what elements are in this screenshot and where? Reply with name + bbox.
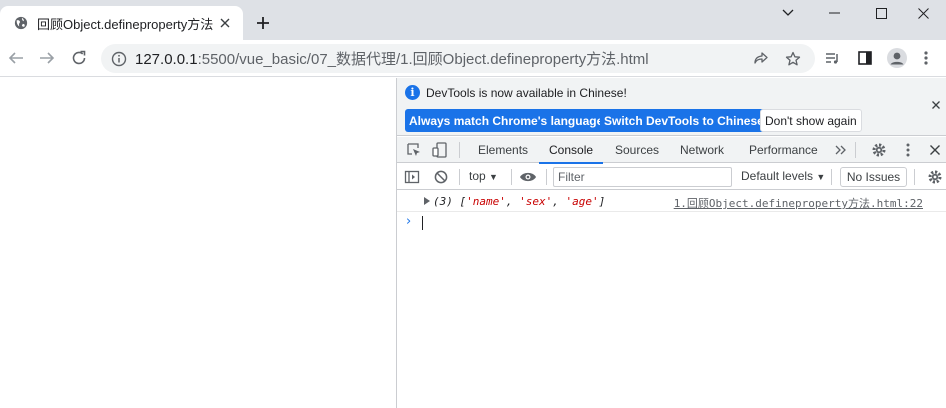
always-match-language-button[interactable]: Always match Chrome's language — [405, 109, 608, 132]
tab-network[interactable]: Network — [680, 137, 724, 163]
info-icon: i — [405, 85, 420, 100]
devtools-menu-icon[interactable] — [899, 141, 917, 159]
issues-button[interactable]: No Issues — [840, 167, 907, 187]
url-path: :5500/vue_basic/07_数据代理/1.回顾Object.defin… — [197, 51, 649, 68]
live-expression-eye-icon[interactable] — [519, 168, 537, 186]
array-item: 'sex' — [519, 195, 553, 208]
browser-menu-icon[interactable] — [914, 46, 938, 70]
log-message[interactable]: (3) ['name', 'sex', 'age'] — [433, 195, 605, 208]
console-settings-gear-icon[interactable] — [926, 168, 944, 186]
text-caret — [422, 216, 423, 230]
levels-value: Default levels — [741, 169, 814, 183]
address-bar[interactable]: 127.0.0.1:5500/vue_basic/07_数据代理/1.回顾Obj… — [101, 44, 815, 73]
execution-context-select[interactable]: top ▼ — [469, 169, 498, 183]
globe-icon — [14, 16, 28, 30]
language-infobar: i DevTools is now available in Chinese! … — [397, 78, 946, 136]
infobar-close-icon[interactable] — [929, 98, 943, 112]
browser-tab[interactable]: 回顾Object.defineproperty方法 — [0, 6, 243, 40]
browser-toolbar: 127.0.0.1:5500/vue_basic/07_数据代理/1.回顾Obj… — [0, 40, 946, 77]
side-panel-icon[interactable] — [853, 46, 877, 70]
console-filter-input[interactable] — [553, 167, 732, 187]
tab-search-chevron-icon[interactable] — [765, 0, 811, 26]
tab-strip: 回顾Object.defineproperty方法 — [0, 0, 946, 40]
array-item: 'age' — [565, 195, 599, 208]
url-host: 127.0.0.1 — [135, 51, 198, 68]
tab-console[interactable]: Console — [538, 137, 604, 164]
array-suffix: ] — [598, 195, 606, 208]
toolbar-divider — [914, 169, 915, 185]
context-value: top — [469, 169, 486, 183]
tab-elements[interactable]: Elements — [478, 137, 528, 163]
back-arrow-icon[interactable] — [4, 46, 28, 70]
toolbar-divider — [546, 169, 547, 185]
dropdown-arrow-icon: ▼ — [816, 172, 826, 182]
console-prompt[interactable]: › — [397, 213, 946, 233]
device-toolbar-icon[interactable] — [431, 141, 449, 159]
more-tabs-icon[interactable] — [832, 141, 850, 159]
prompt-chevron-icon: › — [406, 214, 412, 229]
array-separator: , — [552, 195, 566, 208]
clear-console-icon[interactable] — [432, 168, 450, 186]
tab-sources[interactable]: Sources — [615, 137, 659, 163]
toolbar-divider — [831, 169, 832, 185]
array-separator: , — [505, 195, 520, 208]
toolbar-divider — [459, 142, 460, 158]
dont-show-again-button[interactable]: Don't show again — [760, 109, 862, 132]
console-toolbar: top ▼ Default levels ▼ No Issues — [397, 164, 946, 190]
toolbar-divider — [459, 169, 460, 185]
new-tab-icon[interactable] — [253, 13, 273, 33]
switch-to-chinese-button[interactable]: Switch DevTools to Chinese — [600, 109, 768, 132]
forward-arrow-icon[interactable] — [35, 46, 59, 70]
tab-title: 回顾Object.defineproperty方法 — [37, 16, 214, 32]
log-source-link[interactable]: 1.回顾Object.defineproperty方法.html:22 — [674, 195, 923, 211]
settings-gear-icon[interactable] — [870, 141, 888, 159]
minimize-icon[interactable] — [811, 0, 857, 26]
share-icon[interactable] — [750, 48, 772, 70]
devtools-panel: i DevTools is now available in Chinese! … — [396, 78, 946, 408]
maximize-icon[interactable] — [858, 0, 904, 26]
inspect-element-icon[interactable] — [405, 141, 423, 159]
close-window-icon[interactable] — [900, 0, 946, 26]
toolbar-divider — [511, 169, 512, 185]
bookmark-star-icon[interactable] — [782, 48, 804, 70]
console-log-row: (3) ['name', 'sex', 'age'] 1.回顾Object.de… — [397, 191, 946, 212]
array-prefix: (3) [ — [433, 195, 467, 208]
devtools-tabbar: Elements Console Sources Network Perform… — [397, 137, 946, 164]
url-text: 127.0.0.1:5500/vue_basic/07_数据代理/1.回顾Obj… — [135, 48, 649, 69]
log-levels-dropdown[interactable]: Default levels ▼ — [741, 169, 825, 183]
site-info-icon[interactable] — [111, 51, 127, 67]
close-devtools-icon[interactable] — [926, 141, 944, 159]
toolbar-divider — [855, 142, 856, 158]
reload-icon[interactable] — [67, 46, 91, 70]
array-item: 'name' — [466, 195, 506, 208]
profile-avatar-icon[interactable] — [885, 46, 909, 70]
infobar-message: DevTools is now available in Chinese! — [426, 86, 627, 100]
expand-triangle-icon[interactable] — [424, 197, 430, 205]
reading-list-icon[interactable] — [820, 46, 844, 70]
tab-performance[interactable]: Performance — [749, 137, 818, 163]
show-sidebar-icon[interactable] — [403, 168, 421, 186]
close-tab-icon[interactable] — [215, 13, 235, 33]
dropdown-arrow-icon: ▼ — [489, 172, 498, 182]
page-viewport — [0, 78, 396, 408]
